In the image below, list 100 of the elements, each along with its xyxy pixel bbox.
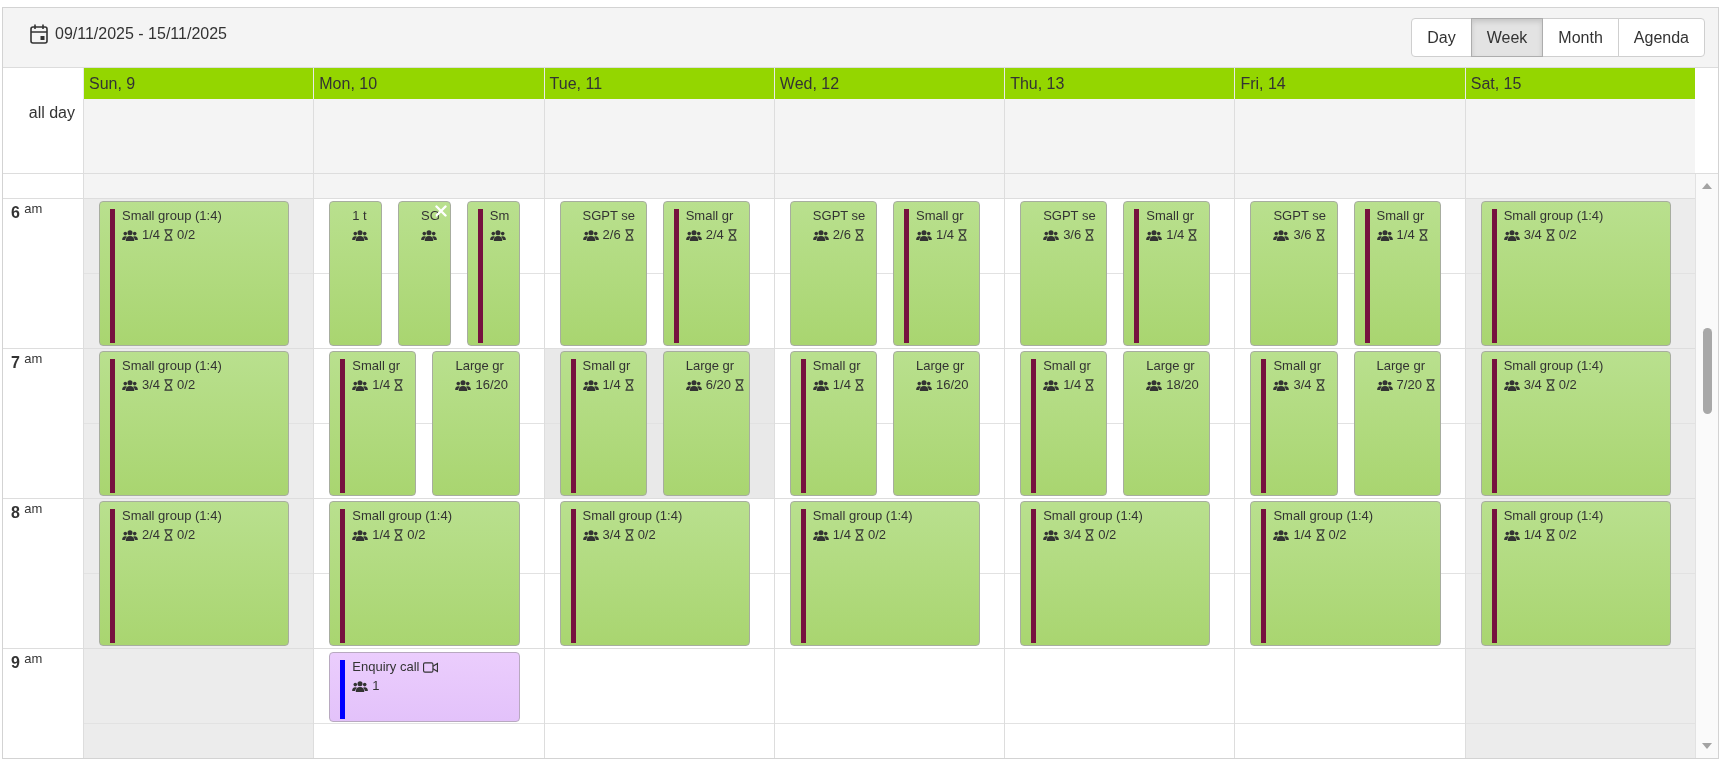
event-card[interactable]: SGPT se 3/6 [1020,201,1108,346]
waitlist-count: 0/2 [177,377,196,393]
event-card[interactable]: Large gr 16/20 [432,351,520,496]
people-icon [122,229,138,241]
waitlist-count: 0/2 [407,527,426,543]
people-icon [1503,379,1520,391]
event-title: Sm [489,208,510,224]
people-icon [1146,379,1163,391]
people-icon [916,229,932,241]
event-card[interactable]: Small gr 1/4 [1353,201,1441,346]
people-icon [685,229,702,241]
event-card[interactable]: Sm [466,201,520,346]
all-day-label: all day [27,103,76,122]
waitlist-count: 0/2 [1328,527,1347,543]
booking-count: 1/4 [936,227,955,243]
event-card[interactable]: SGPT se 2/6 [789,201,877,346]
down-arrow-icon[interactable] [1702,743,1712,749]
event-title: Small group (1:4) [1043,508,1143,524]
event-card[interactable]: Small group (1:4) 2/4 0/2 [99,501,290,646]
event-card[interactable]: Small gr 1/4 [1123,201,1211,346]
booking-count: 2/4 [705,227,724,243]
event-card[interactable]: Large gr 6/20 [662,351,750,496]
booking-count: 1/4 [832,527,851,543]
people-icon [455,379,472,391]
view-button[interactable]: Day [1411,18,1472,57]
view-button[interactable]: Agenda [1617,18,1705,57]
booking-count: 7/20 [1396,377,1422,393]
event-card[interactable]: Large gr 18/20 [1123,351,1211,496]
event-card[interactable]: Small group (1:4) 3/4 0/2 [1020,501,1211,646]
event-card[interactable]: Small group (1:4) 3/4 0/2 [559,501,750,646]
people-icon [812,229,829,241]
booking-count: 1/4 [142,227,161,243]
people-icon [1273,379,1290,391]
booking-count: 1 [372,678,380,694]
booking-count: 3/4 [142,377,161,393]
people-icon [582,379,599,391]
time-label: 8 $^{am}$ [10,500,44,522]
event-title: SGPT se [1043,208,1096,224]
booking-count: 18/20 [1166,377,1199,393]
event-card[interactable]: 1 t [329,201,383,346]
view-button[interactable]: Week [1470,18,1544,57]
event-card[interactable]: Enquiry call 1 [329,652,520,722]
event-title: Small group (1:4) [1503,358,1604,374]
waitlist-count: 0/2 [177,527,196,543]
event-card[interactable]: Small group (1:4) 1/4 0/2 [329,501,520,646]
view-button[interactable]: Month [1542,18,1619,57]
day-header: Tue, 11 [543,68,774,99]
event-card[interactable]: Small group (1:4) 3/4 0/2 [1480,351,1671,496]
event-card[interactable]: Small gr 1/4 [893,201,981,346]
event-title: Small gr [916,208,964,224]
event-title: SGPT se [582,208,636,224]
booking-count: 1/4 [372,377,391,393]
people-icon [1503,529,1520,541]
event-card[interactable]: SG [398,201,451,346]
booking-count: 2/6 [832,227,851,243]
day-header: Mon, 10 [313,68,544,99]
people-icon [812,529,829,541]
event-title: Small group (1:4) [1273,508,1374,524]
event-card[interactable]: Small gr 3/4 [1250,351,1338,496]
event-card[interactable]: Small group (1:4) 3/4 0/2 [1480,201,1671,346]
calendar-icon [30,24,48,44]
event-card[interactable]: Small gr 1/4 [789,351,877,496]
event-title: Small group (1:4) [812,508,913,524]
event-card[interactable]: Large gr 16/20 [893,351,981,496]
scrollbar[interactable] [1695,174,1718,758]
people-icon [812,379,829,391]
people-icon [916,379,932,391]
event-title: Small group (1:4) [122,358,222,374]
event-card[interactable]: SGPT se 2/6 [559,201,647,346]
time-label: 6 $^{am}$ [10,200,44,222]
event-title: Small gr [1043,358,1091,374]
people-icon [352,680,369,692]
people-icon [1043,379,1060,391]
event-card[interactable]: Small gr 1/4 [329,351,417,496]
event-title: Large gr [685,358,735,374]
event-card[interactable]: Small group (1:4) 1/4 0/2 [99,201,290,346]
day-header: Fri, 14 [1234,68,1465,99]
event-title: Small gr [352,358,400,374]
event-card[interactable]: Small gr 1/4 [559,351,647,496]
event-card[interactable]: Small gr 1/4 [1020,351,1108,496]
event-card[interactable]: Small group (1:4) 1/4 0/2 [789,501,981,646]
booking-count: 1/4 [1293,527,1312,543]
booking-count: 6/20 [705,377,731,393]
event-title: Large gr [1146,358,1195,374]
people-icon [582,529,599,541]
event-card[interactable]: Small group (1:4) 1/4 0/2 [1480,501,1671,646]
scrollbar-thumb[interactable] [1702,328,1712,414]
event-title: Large gr [916,358,965,374]
booking-count: 2/6 [602,227,621,243]
up-arrow-icon[interactable] [1702,183,1712,189]
event-title: Large gr [455,358,504,374]
event-card[interactable]: Small gr 2/4 [662,201,750,346]
event-card[interactable]: SGPT se 3/6 [1250,201,1338,346]
booking-count: 1/4 [1523,527,1542,543]
event-card[interactable]: Small group (1:4) 1/4 0/2 [1250,501,1441,646]
event-card[interactable]: Small group (1:4) 3/4 0/2 [99,351,290,496]
people-icon [352,529,369,541]
event-title: Small gr [685,208,734,224]
booking-count: 3/4 [1523,227,1542,243]
event-card[interactable]: Large gr 7/20 [1353,351,1441,496]
